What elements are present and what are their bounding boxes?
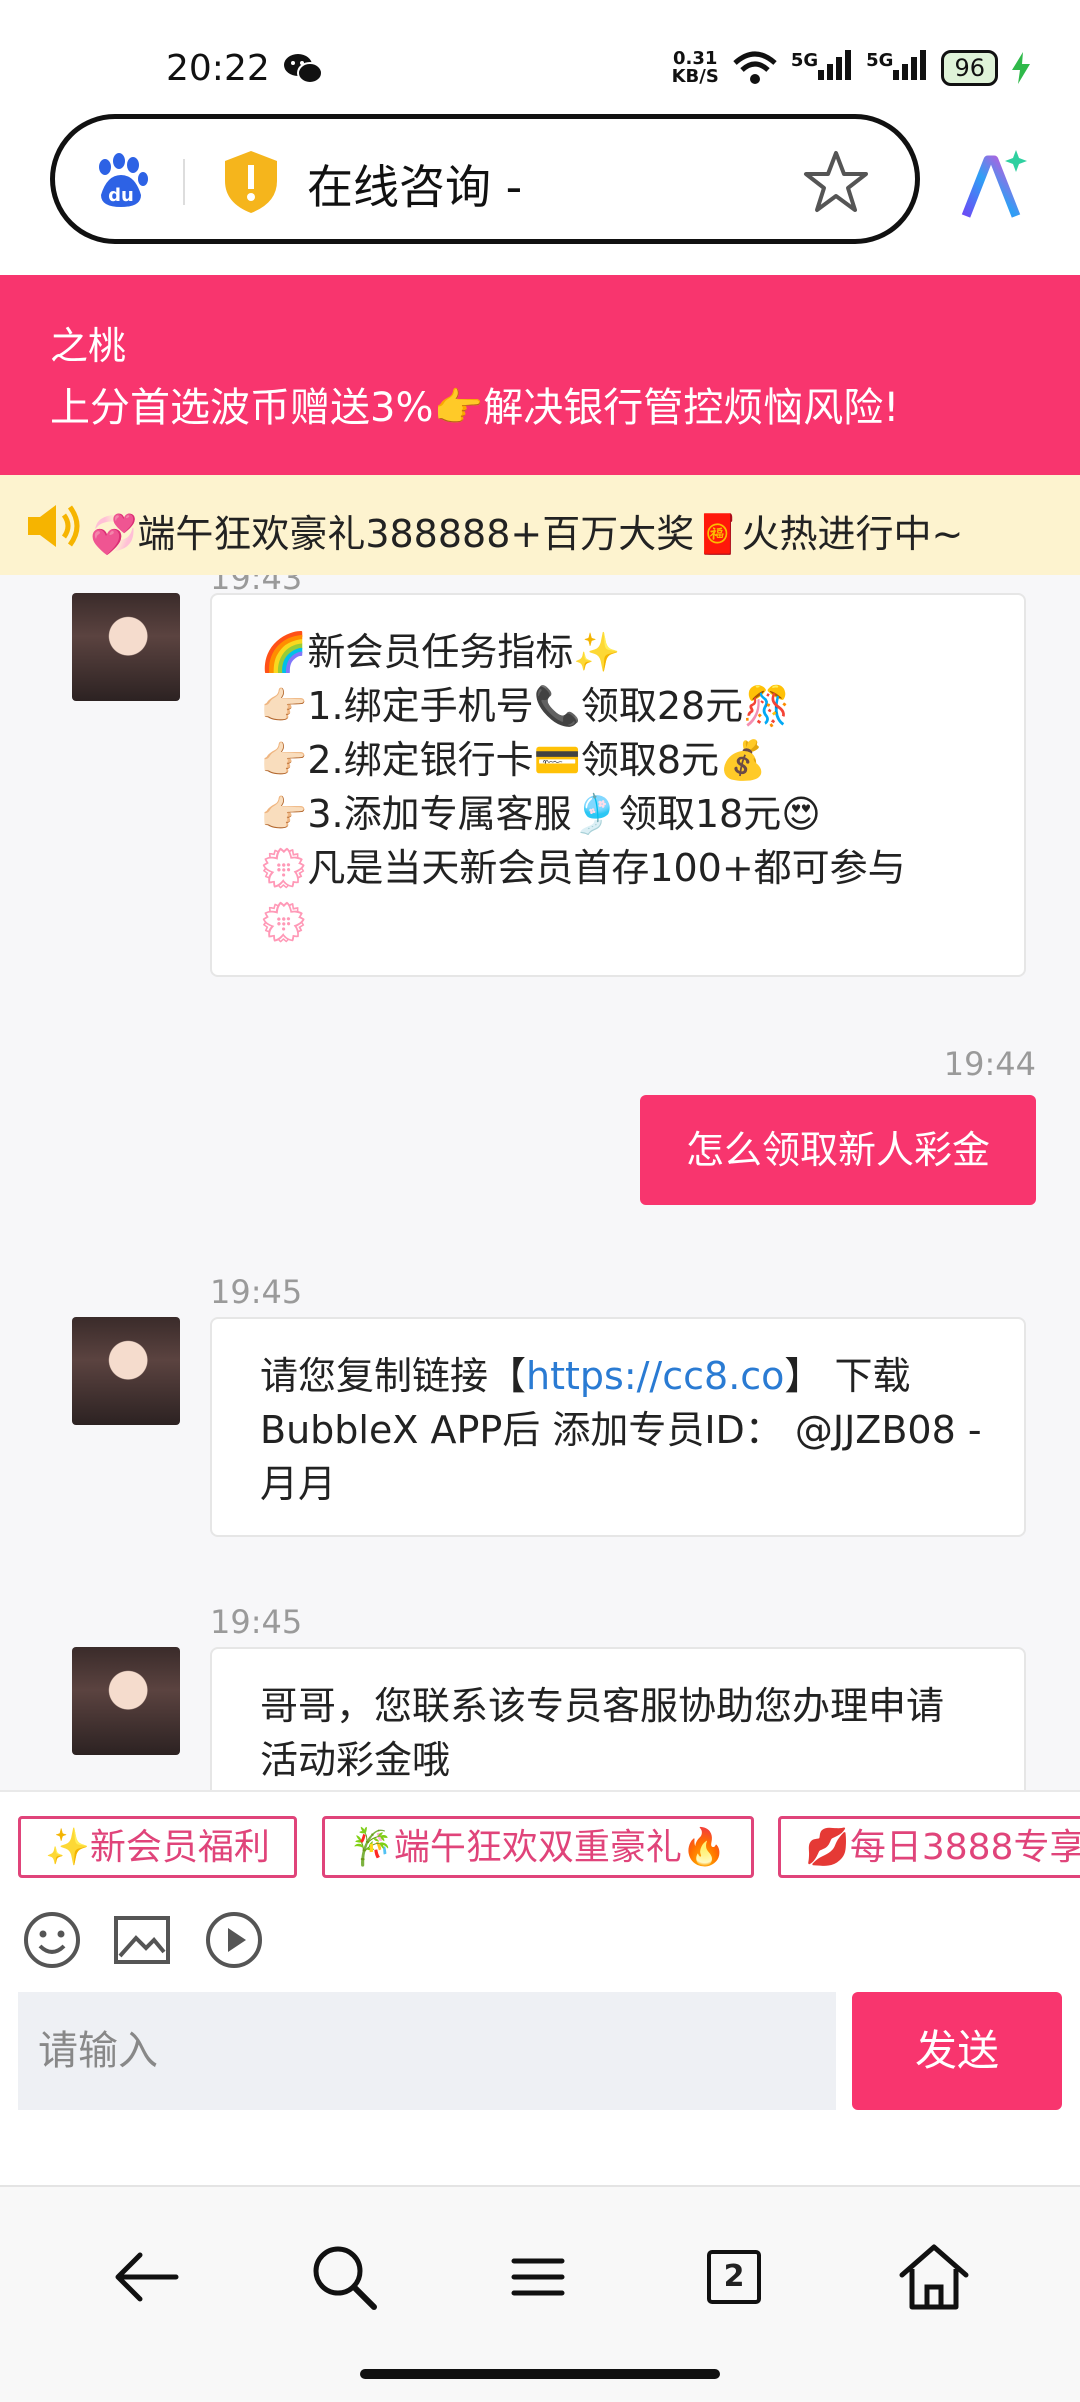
bookmark-star-icon[interactable] bbox=[803, 149, 869, 215]
search-icon[interactable] bbox=[304, 2237, 384, 2317]
message-line: 活动彩金哦 bbox=[260, 1738, 451, 1782]
download-link[interactable]: https://cc8.co bbox=[526, 1354, 784, 1398]
quick-tag-new-member[interactable]: ✨新会员福利 bbox=[18, 1816, 297, 1878]
menu-icon[interactable] bbox=[498, 2237, 578, 2317]
page-title[interactable]: 在线咨询 - bbox=[307, 151, 522, 217]
tab-count: 2 bbox=[707, 2250, 761, 2304]
quick-tag-dragon-boat[interactable]: 🎋端午狂欢双重豪礼🔥 bbox=[322, 1816, 754, 1878]
message-line: 哥哥，您联系该专员客服协助您办理申请 bbox=[260, 1684, 945, 1728]
status-time: 20:22 bbox=[166, 48, 270, 89]
quick-reply-bar[interactable]: ✨新会员福利 🎋端午狂欢双重豪礼🔥 💋每日3888专享 bbox=[0, 1790, 1080, 1902]
status-bar: 20:22 0.31 KB/S 5G 5G 96 bbox=[0, 0, 1080, 110]
promo-banner: 之桃 上分首选波币赠送3%👉解决银行管控烦恼风险! bbox=[0, 275, 1080, 475]
quick-tag-daily-bonus[interactable]: 💋每日3888专享 bbox=[778, 1816, 1080, 1878]
notice-text: 💞端午狂欢豪礼388888+百万大奖🧧火热进行中~ bbox=[90, 512, 964, 556]
message-timestamp: 19:44 bbox=[943, 1045, 1036, 1083]
composer: 发送 bbox=[0, 1990, 1080, 2185]
wechat-icon bbox=[284, 54, 323, 84]
charging-icon bbox=[1012, 52, 1030, 84]
chat-area[interactable]: 19:43 🌈新会员任务指标✨ 👉🏻1.绑定手机号📞领取28元🎊 👉🏻2.绑定银… bbox=[0, 575, 1080, 1790]
message-line: 👉🏻2.绑定银行卡💳领取8元💰 bbox=[260, 738, 767, 782]
composer-tools bbox=[0, 1900, 1080, 1990]
message-line: 👉🏻3.添加专属客服🎐领取18元😍 bbox=[260, 792, 821, 836]
message-input[interactable] bbox=[18, 1992, 836, 2110]
agent-avatar[interactable] bbox=[72, 1317, 180, 1425]
message-timestamp: 19:45 bbox=[210, 1273, 303, 1311]
message-line: BubbleX APP后 添加专员ID： @JJZB08 - bbox=[260, 1408, 982, 1452]
agent-avatar[interactable] bbox=[72, 1647, 180, 1755]
image-icon[interactable] bbox=[112, 1910, 172, 1970]
back-icon[interactable] bbox=[106, 2237, 186, 2317]
agent-avatar[interactable] bbox=[72, 593, 180, 701]
message-line: 💮 bbox=[260, 900, 308, 944]
emoji-icon[interactable] bbox=[22, 1910, 82, 1970]
url-divider bbox=[183, 159, 185, 205]
home-indicator[interactable] bbox=[360, 2369, 720, 2379]
address-bar[interactable]: du 在线咨询 - bbox=[50, 114, 920, 244]
message-line: 请您复制链接【https://cc8.co】 下载 bbox=[260, 1354, 911, 1398]
message-bubble: 哥哥，您联系该专员客服协助您办理申请 活动彩金哦 bbox=[210, 1647, 1026, 1790]
battery-indicator: 96 bbox=[941, 50, 998, 86]
home-icon[interactable] bbox=[894, 2237, 974, 2317]
tabs-icon[interactable]: 2 bbox=[694, 2237, 774, 2317]
message-line: 💮凡是当天新会员首存100+都可参与 bbox=[260, 846, 906, 890]
sent-message-bubble: 怎么领取新人彩金 bbox=[639, 1095, 1036, 1205]
svg-text:du: du bbox=[108, 185, 134, 206]
notice-bar: 💞端午狂欢豪礼388888+百万大奖🧧火热进行中~ bbox=[0, 475, 1080, 575]
message-line: 🌈新会员任务指标✨ bbox=[260, 630, 621, 674]
signal-bars-icon bbox=[818, 50, 852, 80]
message-bubble: 请您复制链接【https://cc8.co】 下载 BubbleX APP后 添… bbox=[210, 1317, 1026, 1537]
wifi-icon bbox=[733, 51, 777, 84]
video-icon[interactable] bbox=[204, 1910, 264, 1970]
message-line: 月月 bbox=[260, 1462, 337, 1506]
signal-5g-1: 5G bbox=[791, 50, 852, 86]
agent-name: 之桃 bbox=[50, 324, 127, 368]
message-timestamp: 19:45 bbox=[210, 1603, 303, 1641]
network-speed: 0.31 KB/S bbox=[671, 48, 719, 87]
banner-text: 上分首选波币赠送3%👉解决银行管控烦恼风险! bbox=[50, 385, 900, 431]
speaker-icon bbox=[28, 505, 80, 547]
message-line: 👉🏻1.绑定手机号📞领取28元🎊 bbox=[260, 684, 791, 728]
message-bubble: 🌈新会员任务指标✨ 👉🏻1.绑定手机号📞领取28元🎊 👉🏻2.绑定银行卡💳领取8… bbox=[210, 593, 1026, 977]
browser-header: du 在线咨询 - bbox=[0, 110, 1080, 275]
baidu-logo-icon[interactable]: du bbox=[91, 151, 151, 211]
ai-assistant-icon[interactable] bbox=[958, 150, 1030, 222]
signal-5g-2: 5G bbox=[866, 50, 927, 86]
signal-bars-icon bbox=[893, 50, 927, 80]
send-button[interactable]: 发送 bbox=[852, 1992, 1062, 2110]
security-shield-icon[interactable] bbox=[221, 149, 281, 215]
